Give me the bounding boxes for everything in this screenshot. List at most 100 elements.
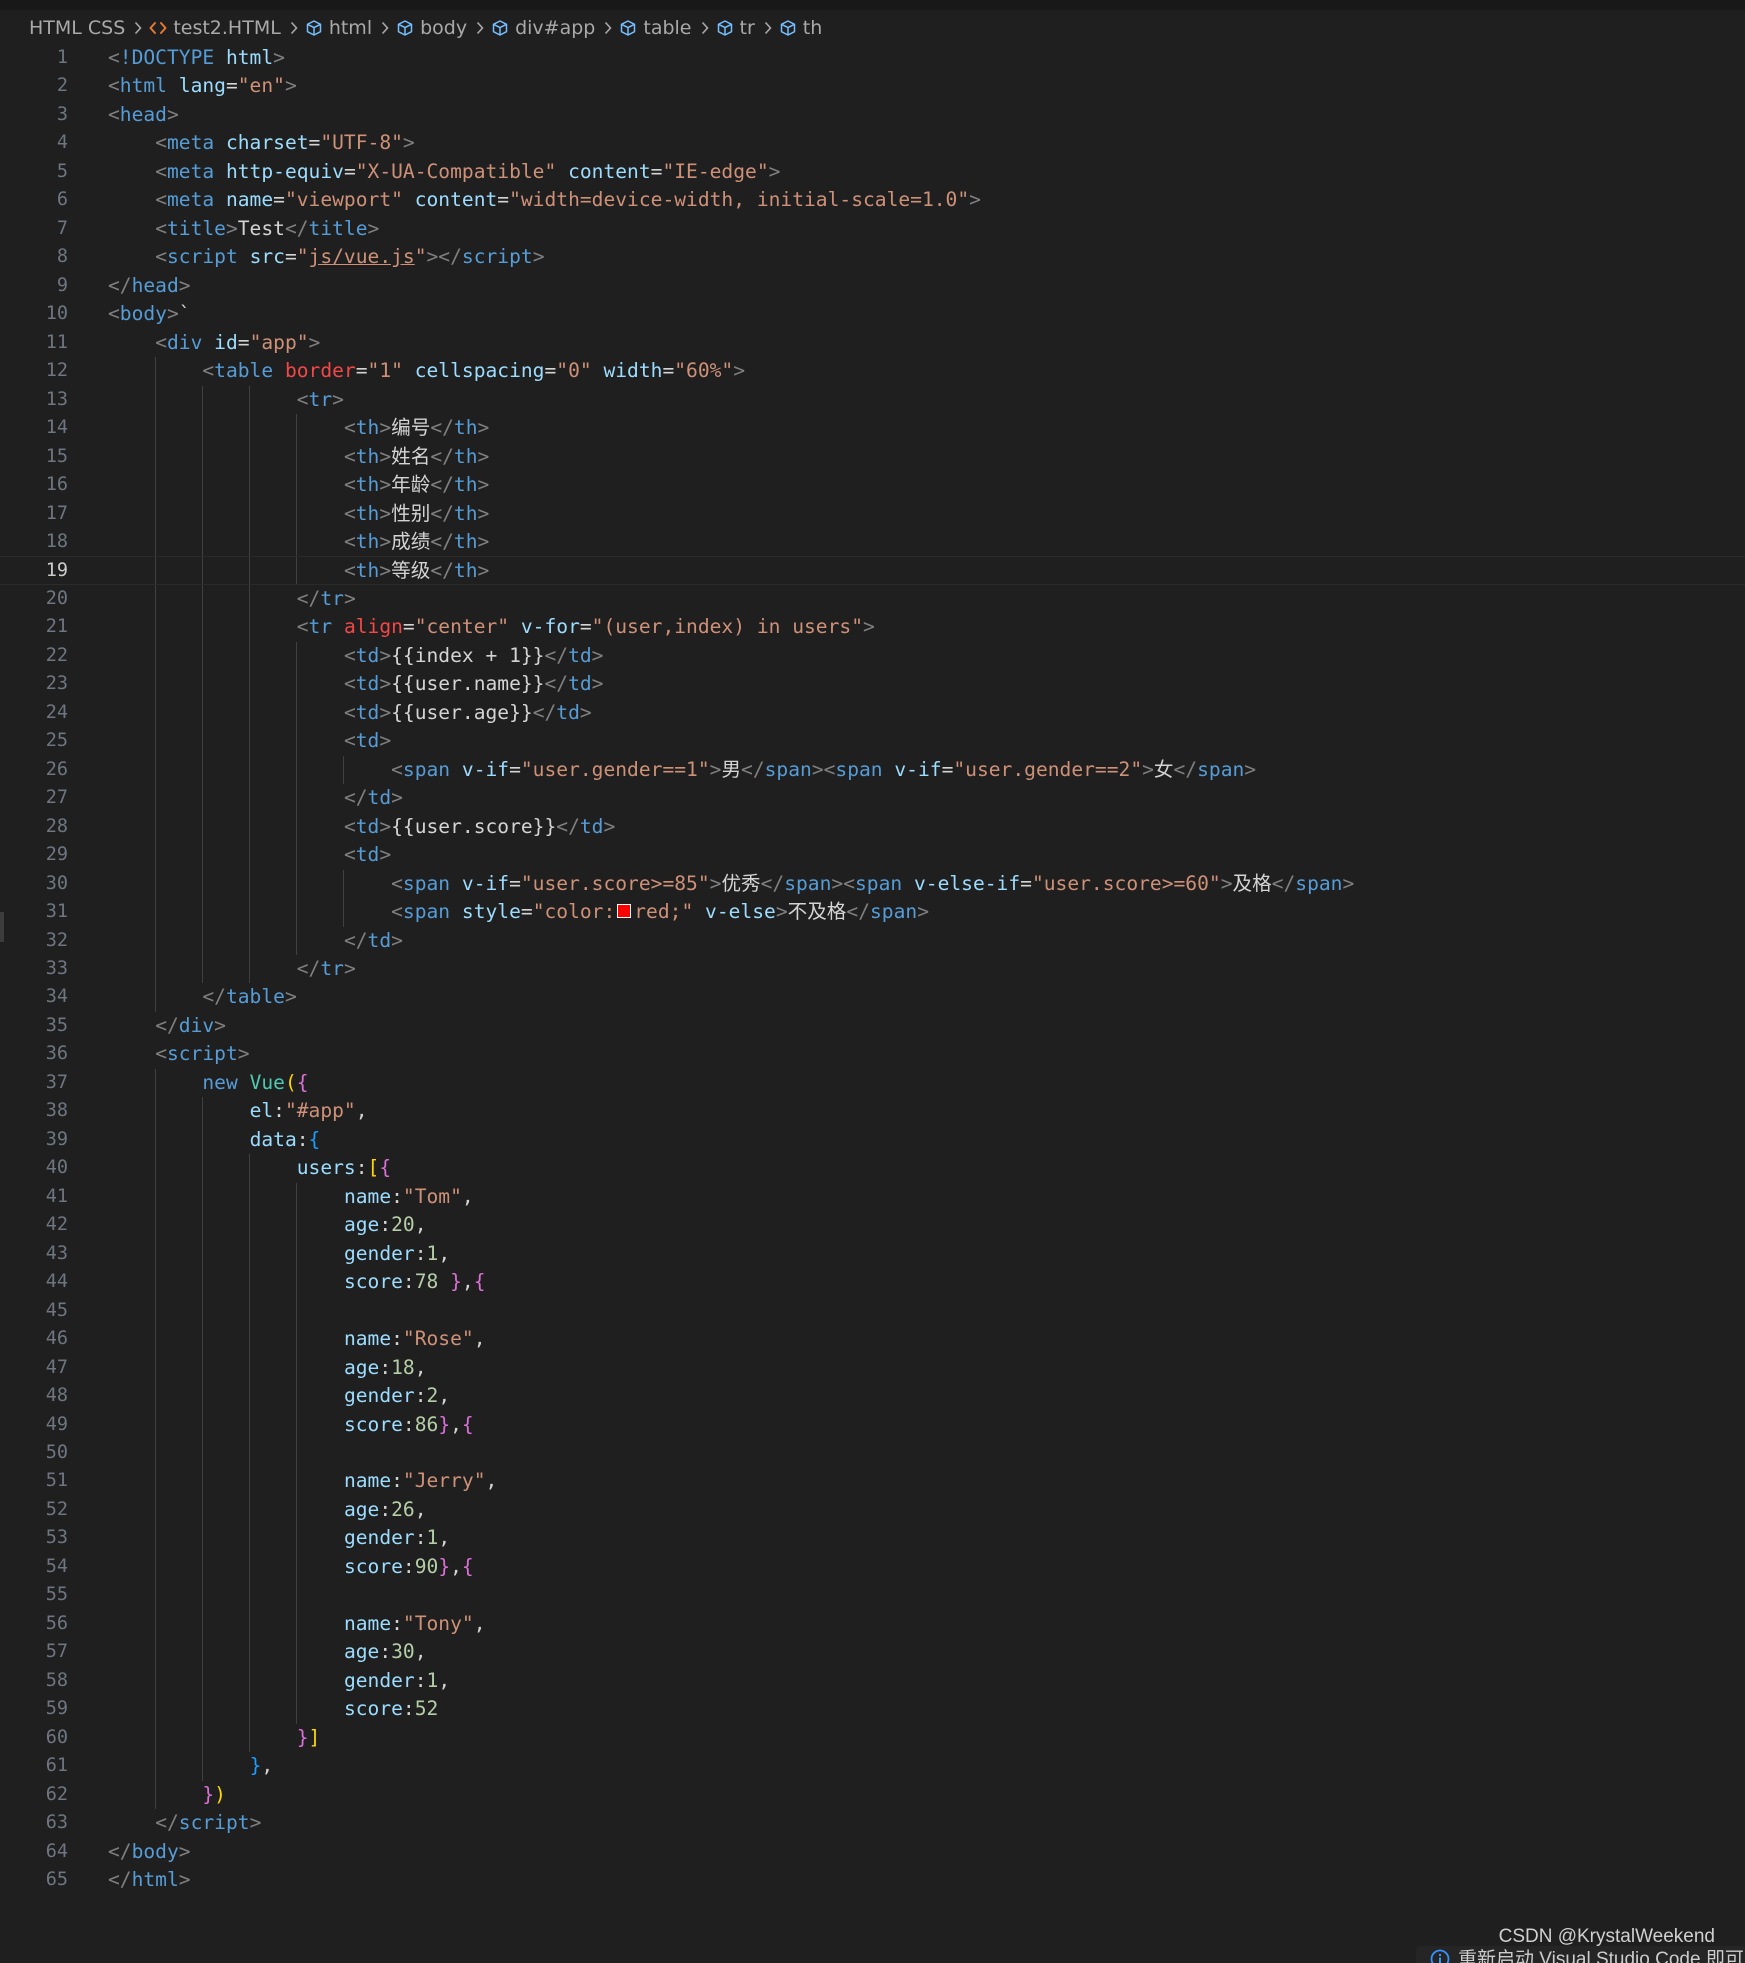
code-line[interactable]: 57 age:30,	[0, 1638, 1745, 1667]
code-line[interactable]: 13 <tr>	[0, 385, 1745, 415]
code-token: "user.gender==2"	[953, 757, 1143, 781]
code-line[interactable]: 28 <td>{{user.score}}</td>	[0, 812, 1745, 842]
code-line[interactable]: 35 </div>	[0, 1012, 1745, 1040]
code-line[interactable]: 21 <tr align="center" v-for="(user,index…	[0, 613, 1745, 642]
code-line[interactable]: 51 name:"Jerry",	[0, 1467, 1745, 1496]
notification-toast[interactable]: 重新启动 Visual Studio Code 即可	[1416, 1946, 1745, 1963]
code-token: align	[343, 615, 403, 639]
code-line[interactable]: 36 <script>	[0, 1040, 1745, 1068]
code-line[interactable]: 55	[0, 1581, 1745, 1610]
code-line[interactable]: 4 <meta charset="UTF-8">	[0, 129, 1745, 157]
code-line[interactable]: 56 name:"Tony",	[0, 1609, 1745, 1639]
code-line[interactable]: 11 <div id="app">	[0, 329, 1745, 357]
code-line[interactable]: 32 </td>	[0, 926, 1745, 955]
code-line[interactable]: 26 <span v-if="user.gender==1">男</span><…	[0, 755, 1745, 785]
chevron-right-icon	[475, 21, 485, 35]
code-line[interactable]: 34 </table>	[0, 983, 1745, 1012]
code-line[interactable]: 5 <meta http-equiv="X-UA-Compatible" con…	[0, 158, 1745, 186]
code-line[interactable]: 52 age:26,	[0, 1495, 1745, 1525]
breadcrumb-item[interactable]: html	[305, 17, 372, 39]
code-line[interactable]: 41 name:"Tom",	[0, 1182, 1745, 1212]
code-line[interactable]: 54 score:90},{	[0, 1552, 1745, 1582]
code-line[interactable]: 15 <th>姓名</th>	[0, 442, 1745, 472]
code-line[interactable]: 65 </html>	[0, 1866, 1745, 1894]
code-line[interactable]: 42 age:20,	[0, 1211, 1745, 1240]
code-line[interactable]: 30 <span v-if="user.score>=85">优秀</span>…	[0, 869, 1745, 899]
code-line[interactable]: 17 <th>性别</th>	[0, 499, 1745, 528]
code-line[interactable]: 53 gender:1,	[0, 1524, 1745, 1553]
code-line[interactable]: 6 <meta name="viewport" content="width=d…	[0, 186, 1745, 214]
code-line[interactable]: 19 <th>等级</th>	[0, 556, 1745, 585]
code-line[interactable]: 14 <th>编号</th>	[0, 414, 1745, 443]
code-line[interactable]: 27 </td>	[0, 784, 1745, 813]
code-line[interactable]: 61 },	[0, 1752, 1745, 1781]
code-line[interactable]: 64 </body>	[0, 1838, 1745, 1866]
breadcrumb-item[interactable]: test2.HTML	[149, 17, 281, 39]
code-line[interactable]: 25 <td>	[0, 727, 1745, 756]
line-number: 31	[45, 901, 68, 923]
code-line[interactable]: 62 })	[0, 1780, 1745, 1810]
code-line[interactable]: 40 users:[{	[0, 1154, 1745, 1183]
breadcrumb-item[interactable]: tr	[716, 17, 755, 39]
code-line[interactable]: 1 <!DOCTYPE html>	[0, 44, 1745, 72]
code-line[interactable]: 3 <head>	[0, 101, 1745, 129]
code-line[interactable]: 44 score:78 },{	[0, 1268, 1745, 1297]
code-line[interactable]: 63 </script>	[0, 1809, 1745, 1837]
code-line[interactable]: 58 gender:1,	[0, 1666, 1745, 1696]
breadcrumb-item[interactable]: body	[396, 17, 467, 39]
code-token: table	[225, 985, 285, 1009]
breadcrumb-item[interactable]: th	[779, 17, 822, 39]
code-line[interactable]: 45	[0, 1296, 1745, 1326]
code-token: "user.gender==1"	[520, 757, 710, 781]
code-line[interactable]: 50	[0, 1438, 1745, 1468]
code-token: 等级	[391, 559, 431, 583]
line-number: 26	[45, 758, 68, 780]
code-token: 不及格	[787, 900, 847, 924]
code-token: <	[343, 843, 356, 867]
code-text: </td>	[108, 927, 403, 955]
code-line[interactable]: 49 score:86},{	[0, 1410, 1745, 1439]
breadcrumb-item[interactable]: table	[619, 17, 692, 39]
code-line[interactable]: 59 score:52	[0, 1695, 1745, 1724]
code-line[interactable]: 8 <script src="js/vue.js"></script>	[0, 243, 1745, 271]
code-token: th	[453, 559, 478, 583]
breadcrumb-item[interactable]: HTML CSS	[29, 17, 125, 39]
code-line[interactable]: 60 }]	[0, 1723, 1745, 1753]
line-number: 6	[56, 189, 68, 211]
code-text: </table>	[108, 983, 296, 1011]
code-token: html	[131, 1868, 179, 1891]
file-link[interactable]: js/vue.js	[309, 245, 415, 268]
code-line[interactable]: 7 <title>Test</title>	[0, 215, 1745, 243]
code-token: ,	[485, 1469, 498, 1493]
code-token: "	[414, 245, 427, 269]
code-text: </head>	[108, 272, 191, 300]
code-line[interactable]: 18 <th>成绩</th>	[0, 527, 1745, 557]
code-line[interactable]: 12 <table border="1" cellspacing="0" wid…	[0, 357, 1745, 386]
code-line[interactable]: 2 <html lang="en">	[0, 72, 1745, 100]
code-line[interactable]: 22 <td>{{index + 1}}</td>	[0, 641, 1745, 671]
code-line[interactable]: 46 name:"Rose",	[0, 1325, 1745, 1354]
color-swatch-icon[interactable]	[617, 904, 632, 919]
code-line[interactable]: 47 age:18,	[0, 1353, 1745, 1383]
code-line[interactable]: 38 el:"#app",	[0, 1097, 1745, 1126]
code-line[interactable]: 23 <td>{{user.name}}</td>	[0, 670, 1745, 699]
code-token: src	[249, 245, 285, 269]
code-line[interactable]: 43 gender:1,	[0, 1239, 1745, 1269]
line-number: 60	[45, 1726, 68, 1748]
breadcrumb-item[interactable]: div#app	[491, 17, 595, 39]
code-line[interactable]: 10 <body>`	[0, 300, 1745, 328]
code-line[interactable]: 29 <td>	[0, 841, 1745, 870]
indent-guide	[296, 1438, 298, 1468]
code-line[interactable]: 16 <th>年龄</th>	[0, 471, 1745, 500]
code-line[interactable]: 48 gender:2,	[0, 1382, 1745, 1411]
code-line[interactable]: 37 new Vue({	[0, 1068, 1745, 1098]
code-line[interactable]: 24 <td>{{user.age}}</td>	[0, 698, 1745, 728]
code-line[interactable]: 20 </tr>	[0, 584, 1745, 614]
code-line[interactable]: 39 data:{	[0, 1125, 1745, 1155]
code-editor[interactable]: 1 <!DOCTYPE html> 2 <html lang="en"> 3 <head>…	[0, 44, 1745, 1924]
code-line[interactable]: 9 </head>	[0, 272, 1745, 300]
code-line[interactable]: 31 <span style="color: red;" v-else>不及格</…	[0, 898, 1745, 927]
code-line[interactable]: 33 </tr>	[0, 955, 1745, 984]
